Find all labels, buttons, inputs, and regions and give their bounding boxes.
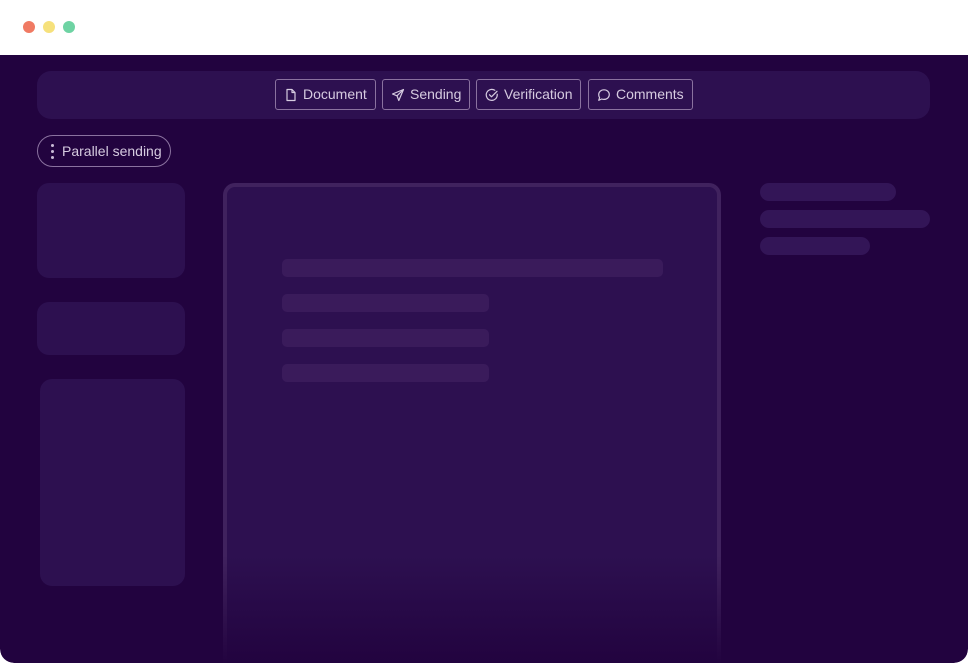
placeholder-line <box>760 237 870 255</box>
placeholder-card <box>37 302 185 355</box>
placeholder-line <box>282 294 489 312</box>
placeholder-line <box>282 259 663 277</box>
tab-verification-label: Verification <box>504 86 573 102</box>
comment-icon <box>597 88 611 102</box>
placeholder-line <box>760 210 930 228</box>
check-circle-icon <box>485 88 499 102</box>
tab-comments-label: Comments <box>616 86 684 102</box>
maximize-window-button[interactable] <box>63 21 75 33</box>
placeholder-line <box>282 329 489 347</box>
tab-verification[interactable]: Verification <box>476 79 582 110</box>
parallel-sending-label: Parallel sending <box>62 143 162 159</box>
placeholder-line <box>760 183 896 201</box>
tab-sending-label: Sending <box>410 86 462 102</box>
kebab-icon <box>48 143 56 159</box>
placeholder-line <box>282 364 489 382</box>
title-bar <box>0 0 968 55</box>
placeholder-card <box>40 379 185 586</box>
placeholder-card <box>37 183 185 278</box>
tab-document[interactable]: Document <box>275 79 376 110</box>
parallel-sending-button[interactable]: Parallel sending <box>37 135 171 167</box>
close-window-button[interactable] <box>23 21 35 33</box>
tab-comments[interactable]: Comments <box>588 79 693 110</box>
tab-document-label: Document <box>303 86 367 102</box>
document-icon <box>284 88 298 102</box>
app-window: Document Sending Verification Comments P… <box>0 0 968 663</box>
app-content: Document Sending Verification Comments P… <box>0 55 968 663</box>
send-icon <box>391 88 405 102</box>
toolbar: Document Sending Verification Comments <box>37 71 930 119</box>
document-fade-overlay <box>219 555 725 663</box>
tab-sending[interactable]: Sending <box>382 79 471 110</box>
minimize-window-button[interactable] <box>43 21 55 33</box>
